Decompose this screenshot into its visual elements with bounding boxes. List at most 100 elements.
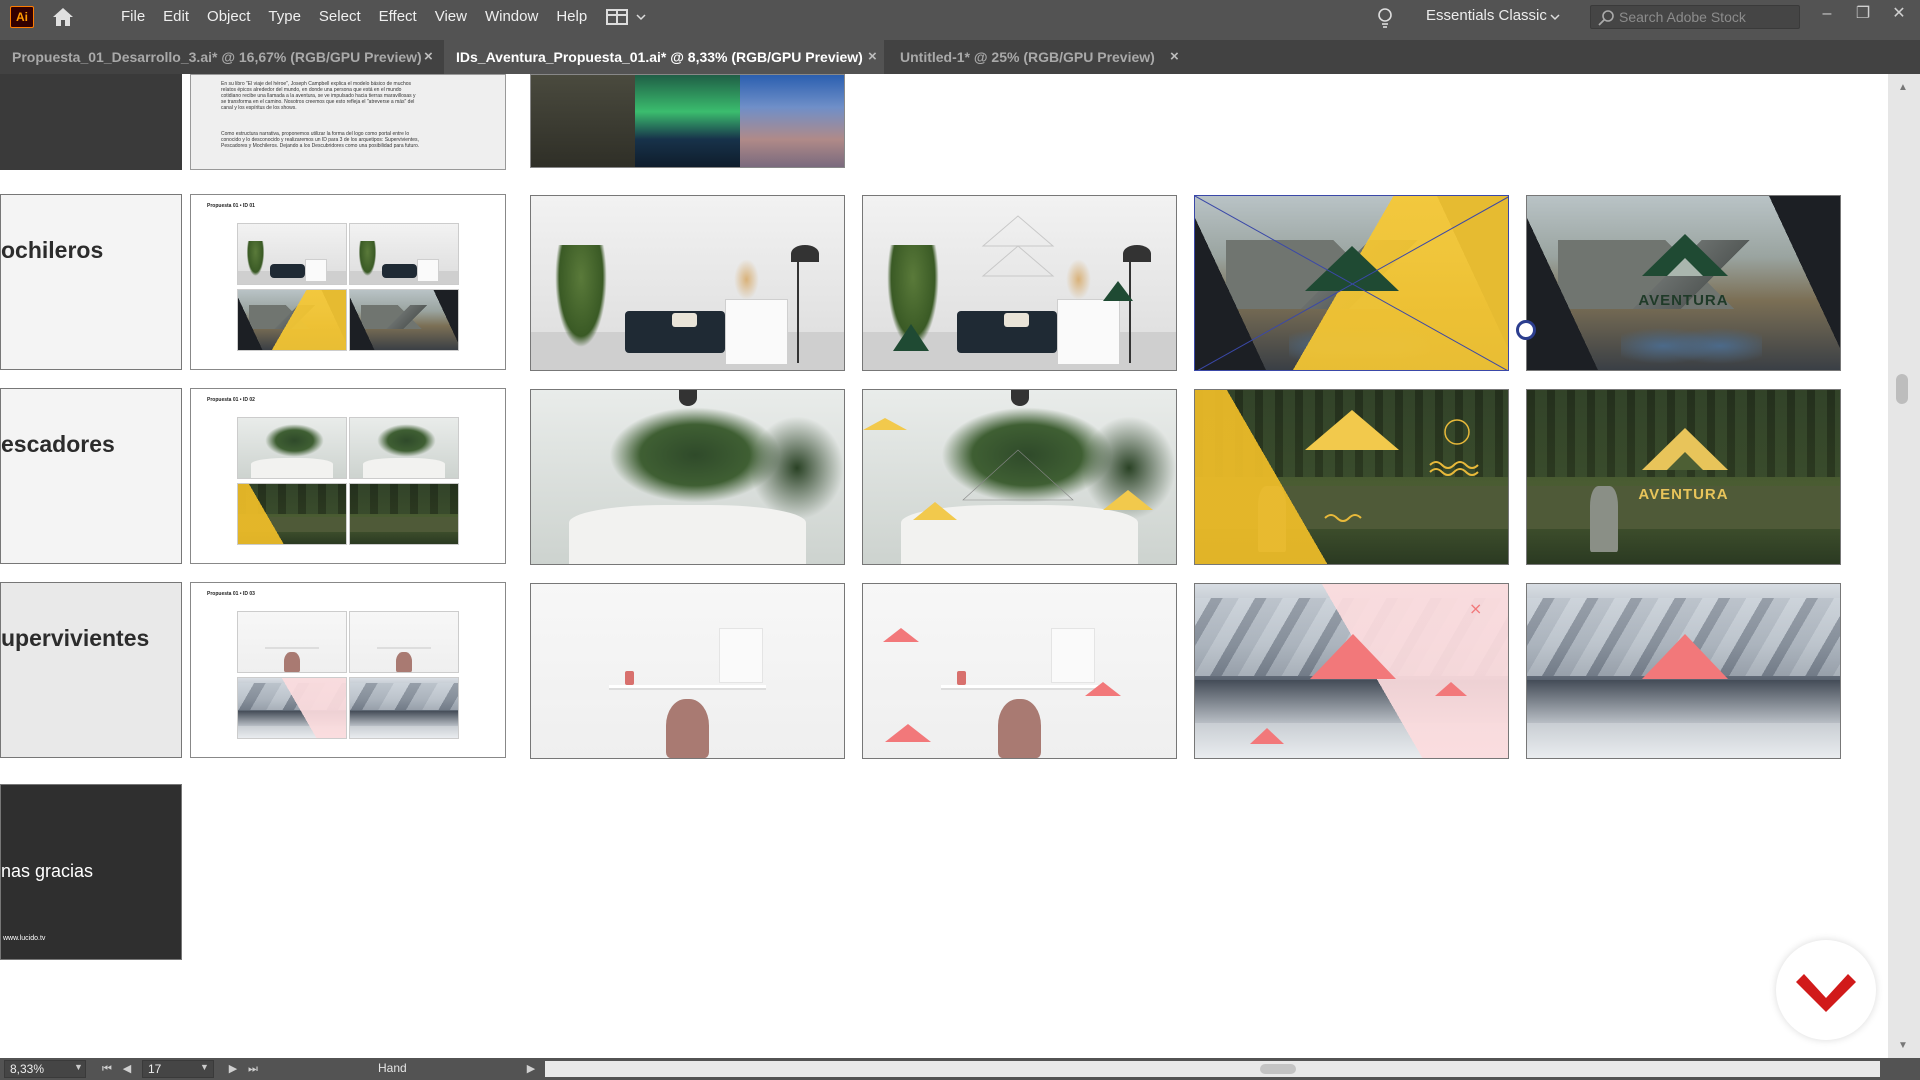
- last-artboard-icon[interactable]: ⏭: [246, 1060, 260, 1078]
- watermark-logo: [1776, 940, 1876, 1040]
- close-tab-icon[interactable]: ×: [424, 40, 433, 74]
- menu-effect[interactable]: Effect: [370, 0, 426, 34]
- photo-strip: [530, 74, 845, 168]
- mini-thumb: [237, 417, 347, 479]
- frame-forest-yellow: [1194, 389, 1509, 565]
- chevron-down-icon[interactable]: ▼: [200, 1062, 209, 1072]
- mini-thumb: [349, 611, 459, 673]
- artboard-dark: [0, 74, 182, 170]
- menu-window[interactable]: Window: [476, 0, 547, 34]
- row-title: escadores: [1, 431, 115, 457]
- status-bar: 8,33% ▼ ⏮ ◀ 17 ▼ ▶ ⏭ Hand ▶: [0, 1058, 1920, 1080]
- lightbulb-icon[interactable]: [1376, 6, 1394, 30]
- pink-shapes: ×: [1250, 599, 1482, 744]
- mini-thumb: [237, 289, 347, 351]
- menu-help[interactable]: Help: [547, 0, 596, 34]
- menu-file[interactable]: File: [112, 0, 154, 34]
- next-artboard-icon[interactable]: ▶: [226, 1060, 240, 1078]
- close-window-icon[interactable]: ✕: [1888, 3, 1910, 25]
- mini-thumb: [237, 223, 347, 285]
- scroll-up-icon[interactable]: ▲: [1896, 82, 1910, 96]
- scroll-down-icon[interactable]: ▼: [1896, 1040, 1910, 1054]
- tab-propuesta-desarrollo[interactable]: Propuesta_01_Desarrollo_3.ai* @ 16,67% (…: [0, 40, 442, 74]
- minimize-icon[interactable]: –: [1816, 3, 1838, 25]
- arrange-documents-icon[interactable]: [605, 7, 649, 27]
- structure-paragraph: Como estructura narrativa, proponemos ut…: [221, 131, 420, 149]
- brand-logo-icon: [1796, 974, 1856, 1012]
- menu-items: File Edit Object Type Select Effect View…: [112, 0, 596, 34]
- tab-label: Untitled-1* @ 25% (RGB/GPU Preview): [900, 49, 1155, 65]
- aventura-logo: [1642, 428, 1728, 470]
- mini-thumb: [237, 677, 347, 739]
- tab-untitled[interactable]: Untitled-1* @ 25% (RGB/GPU Preview) ×: [888, 40, 1188, 74]
- summary-artboard: Propuesta 01 • ID 02: [190, 388, 506, 564]
- artboard-text: En su libro "El viaje del héroe", Joseph…: [190, 74, 506, 170]
- summary-artboard: Propuesta 01 • ID 03: [190, 582, 506, 758]
- summary-title: Propuesta 01 • ID 03: [207, 591, 255, 597]
- mini-thumb: [349, 483, 459, 545]
- closing-text: nas gracias: [1, 861, 94, 881]
- aventura-logo: [1642, 234, 1728, 276]
- menu-view[interactable]: View: [426, 0, 476, 34]
- restore-icon[interactable]: ❐: [1852, 3, 1874, 25]
- intro-paragraph: En su libro "El viaje del héroe", Joseph…: [221, 81, 416, 111]
- photo-camp: [531, 75, 636, 167]
- menu-bar: Ai File Edit Object Type Select Effect V…: [0, 0, 1920, 34]
- search-icon: [1598, 10, 1614, 26]
- closing-artboard: nas gracias www.lucido.tv: [0, 784, 182, 960]
- document-tabs: Propuesta_01_Desarrollo_3.ai* @ 16,67% (…: [0, 40, 1920, 74]
- horizontal-scrollbar[interactable]: [545, 1061, 1880, 1077]
- scroll-thumb[interactable]: [1896, 374, 1908, 404]
- menu-select[interactable]: Select: [310, 0, 370, 34]
- frame-tent-logo: AVENTURA: [1526, 195, 1841, 371]
- stock-search[interactable]: [1590, 5, 1800, 29]
- scroll-thumb[interactable]: [1260, 1064, 1296, 1074]
- row-label-supervivientes: upervivientes: [0, 582, 182, 758]
- aventura-logo: [1305, 410, 1479, 522]
- mini-thumb: [349, 417, 459, 479]
- chevron-down-icon[interactable]: [1549, 11, 1561, 23]
- frame-snow-logo: [1526, 583, 1841, 759]
- vertical-scrollbar[interactable]: ▲ ▼: [1888, 74, 1920, 1058]
- row-title: ochileros: [1, 237, 104, 263]
- triangle-shapes: [883, 628, 1121, 742]
- mini-thumb: [349, 289, 459, 351]
- current-tool-label: Hand: [378, 1061, 407, 1075]
- triangle-shapes: [863, 418, 1153, 520]
- status-menu-arrow-icon[interactable]: ▶: [524, 1060, 538, 1078]
- close-tab-icon[interactable]: ×: [868, 40, 877, 74]
- photo-mountains: [739, 75, 844, 167]
- workspace-switcher[interactable]: Essentials Classic: [1426, 0, 1547, 32]
- app-logo: Ai: [10, 6, 34, 28]
- svg-text:×: ×: [1469, 599, 1482, 618]
- artboard-canvas[interactable]: En su libro "El viaje del héroe", Joseph…: [0, 74, 1888, 1058]
- menu-object[interactable]: Object: [198, 0, 259, 34]
- previous-artboard-icon[interactable]: ◀: [120, 1060, 134, 1078]
- menu-type[interactable]: Type: [259, 0, 310, 34]
- frame-desk: [530, 583, 845, 759]
- row-label-pescadores: escadores: [0, 388, 182, 564]
- frame-livingroom: [530, 195, 845, 371]
- frame-bathroom: [530, 389, 845, 565]
- frame-tent-yellow-selected[interactable]: [1194, 195, 1509, 371]
- summary-title: Propuesta 01 • ID 01: [207, 203, 255, 209]
- mini-thumb: [237, 483, 347, 545]
- photo-aurora: [635, 75, 740, 167]
- row-title: upervivientes: [1, 625, 150, 651]
- summary-artboard: Propuesta 01 • ID 01: [190, 194, 506, 370]
- first-artboard-icon[interactable]: ⏮: [100, 1060, 114, 1078]
- frame-desk-shapes: [862, 583, 1177, 759]
- chevron-down-icon[interactable]: ▼: [74, 1062, 83, 1072]
- tab-ids-aventura[interactable]: IDs_Aventura_Propuesta_01.ai* @ 8,33% (R…: [444, 40, 884, 74]
- menu-edit[interactable]: Edit: [154, 0, 198, 34]
- frame-forest-logo: AVENTURA: [1526, 389, 1841, 565]
- aventura-logo: [1642, 634, 1728, 679]
- triangle-shapes: [893, 215, 1133, 351]
- frame-livingroom-shapes: [862, 195, 1177, 371]
- search-input[interactable]: [1619, 6, 1797, 28]
- mini-thumb: [237, 611, 347, 673]
- aventura-wordmark: AVENTURA: [1638, 292, 1729, 309]
- close-tab-icon[interactable]: ×: [1170, 40, 1179, 74]
- home-icon[interactable]: [50, 6, 76, 28]
- frame-snow-pink: ×: [1194, 583, 1509, 759]
